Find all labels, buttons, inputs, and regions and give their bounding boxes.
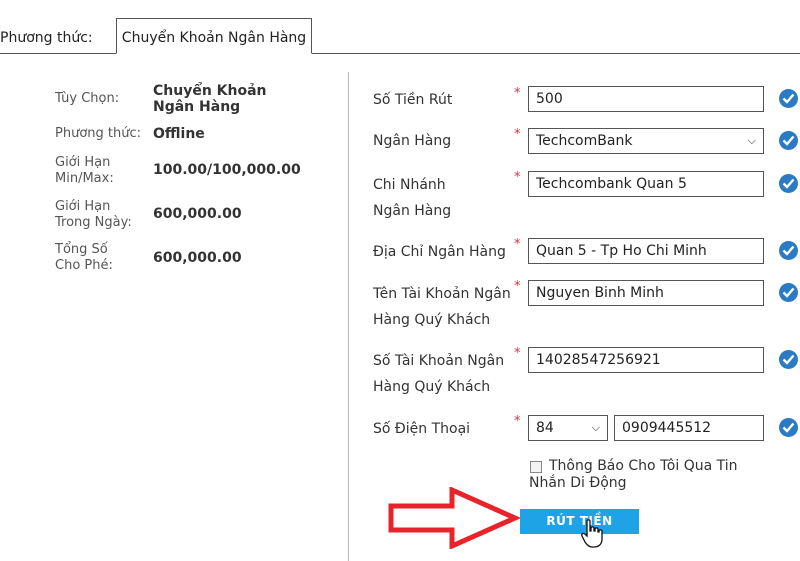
check-icon (779, 131, 798, 150)
arrow-right-icon (388, 487, 520, 549)
required-mark: * (514, 279, 521, 294)
account-name-label: Tên Tài Khoản Ngân Hàng Quý Khách (373, 286, 511, 328)
tab-bank-transfer[interactable]: Chuyển Khoản Ngân Hàng (116, 18, 312, 54)
account-name-input[interactable]: Nguyen Binh Minh (528, 280, 764, 306)
info-minmax-label: Giới Hạn Min/Max: (55, 155, 114, 186)
method-prefix-label: Phương thức: (0, 30, 93, 46)
required-mark: * (514, 127, 521, 142)
required-mark: * (514, 170, 521, 185)
phone-label: Số Điện Thoại (373, 421, 471, 437)
hand-cursor-icon (581, 519, 603, 548)
info-total-allowed-value: 600,000.00 (153, 250, 242, 266)
check-icon (779, 89, 798, 108)
info-method-value: Offline (153, 126, 205, 142)
country-code-value: 84 (536, 420, 554, 436)
sms-notify-label: Thông Báo Cho Tôi Qua Tin Nhắn Di Động (529, 458, 738, 491)
info-option-label: Tùy Chọn: (55, 91, 120, 106)
required-mark: * (514, 346, 521, 361)
check-icon (779, 350, 798, 369)
bank-address-label: Địa Chỉ Ngân Hàng (373, 244, 506, 260)
amount-input[interactable]: 500 (528, 86, 764, 112)
info-minmax-value: 100.00/100,000.00 (153, 162, 301, 178)
country-code-select[interactable]: 84 ⌵ (528, 415, 608, 441)
required-mark: * (514, 414, 521, 429)
phone-input[interactable]: 0909445512 (614, 415, 764, 441)
info-option-value: Chuyển Khoản Ngân Hàng (153, 83, 267, 115)
branch-label: Chi Nhánh Ngân Hàng (373, 177, 452, 219)
bank-select-value: TechcomBank (536, 133, 633, 149)
required-mark: * (514, 86, 521, 101)
check-icon (779, 418, 798, 437)
branch-input[interactable]: Techcombank Quan 5 (528, 171, 764, 197)
chevron-down-icon: ⌵ (747, 134, 756, 147)
required-mark: * (514, 237, 521, 252)
account-number-label: Số Tài Khoản Ngân Hàng Quý Khách (373, 353, 505, 395)
bank-address-input[interactable]: Quan 5 - Tp Ho Chi Minh (528, 238, 764, 264)
info-total-allowed-label: Tổng Số Cho Phé: (55, 242, 113, 273)
info-daily-limit-label: Giới Hạn Trong Ngày: (55, 199, 132, 230)
bank-select[interactable]: TechcomBank ⌵ (528, 128, 764, 154)
bank-label: Ngân Hàng (373, 133, 452, 149)
withdraw-button[interactable]: RÚT TIỀN (520, 509, 639, 534)
panel-divider (348, 72, 349, 561)
check-icon (779, 283, 798, 302)
check-icon (779, 174, 798, 193)
account-number-input[interactable]: 14028547256921 (528, 347, 764, 373)
info-method-label: Phương thức: (55, 126, 141, 141)
amount-label: Số Tiền Rút (373, 92, 453, 108)
check-icon (779, 241, 798, 260)
info-daily-limit-value: 600,000.00 (153, 206, 242, 222)
chevron-down-icon: ⌵ (591, 421, 600, 434)
